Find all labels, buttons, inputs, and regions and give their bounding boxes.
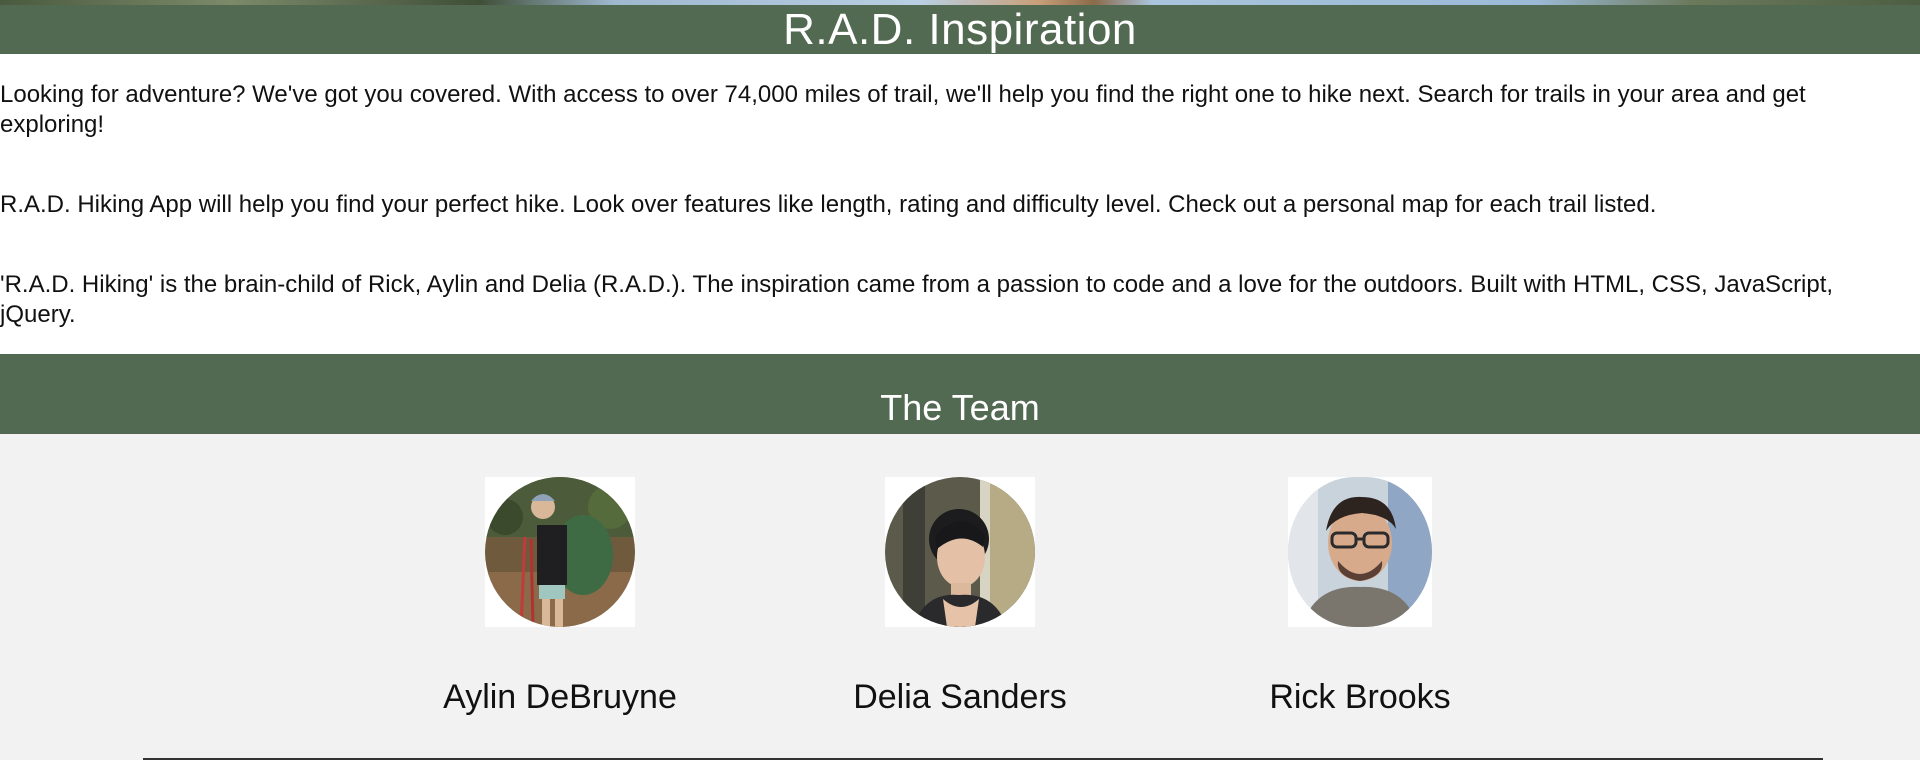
avatar-frame <box>1288 477 1432 627</box>
avatar-frame <box>885 477 1035 627</box>
avatar-delia <box>885 477 1035 627</box>
team-member-delia: Delia Sanders <box>820 477 1100 717</box>
avatar-aylin <box>485 477 635 627</box>
member-name: Aylin DeBruyne <box>443 678 677 716</box>
title-banner: R.A.D. Inspiration <box>0 5 1920 54</box>
team-heading: The Team <box>880 387 1040 428</box>
intro-paragraph-1: Looking for adventure? We've got you cov… <box>0 81 1806 138</box>
page-title: R.A.D. Inspiration <box>783 5 1137 54</box>
team-banner: The Team <box>0 354 1920 434</box>
member-name: Rick Brooks <box>1269 678 1451 716</box>
portrait-photo-icon <box>1288 477 1432 627</box>
member-name: Delia Sanders <box>853 678 1067 716</box>
team-member-aylin: Aylin DeBruyne <box>420 477 700 717</box>
intro-section: Looking for adventure? We've got you cov… <box>0 54 1920 354</box>
intro-paragraph-3: 'R.A.D. Hiking' is the brain-child of Ri… <box>0 271 1834 328</box>
team-section: Aylin DeBruyne Delia Sanders Rick Brooks <box>0 434 1920 760</box>
portrait-photo-icon <box>885 477 1035 627</box>
hiker-photo-icon <box>485 477 635 627</box>
avatar-rick <box>1288 477 1432 627</box>
intro-paragraph-2: R.A.D. Hiking App will help you find you… <box>0 191 1657 218</box>
avatar-frame <box>485 477 635 627</box>
team-member-rick: Rick Brooks <box>1220 477 1500 717</box>
